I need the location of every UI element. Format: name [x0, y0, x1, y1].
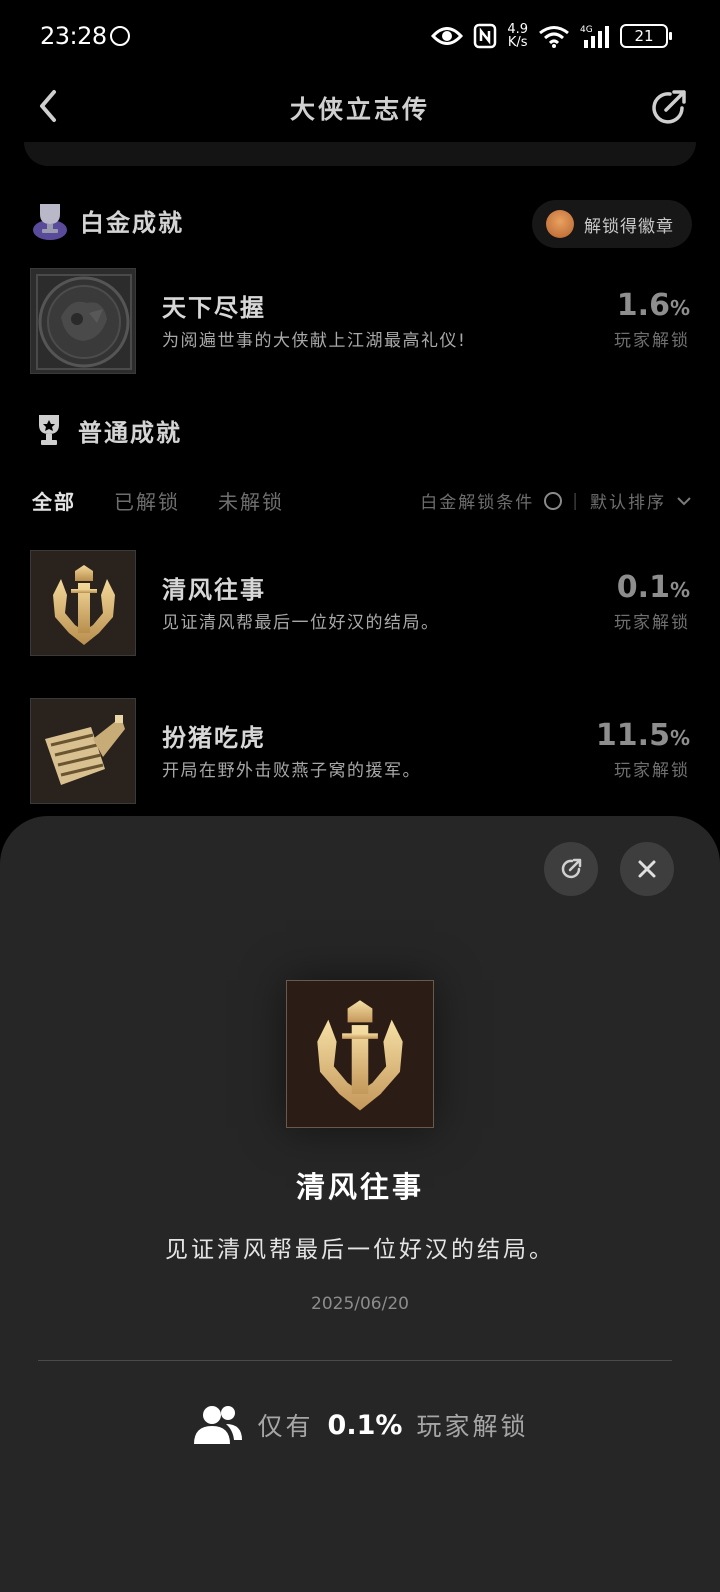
- nfc-icon: [474, 23, 497, 49]
- status-bar: 23:28 4.9 K/s 4G 21: [0, 0, 720, 72]
- hand-fan-icon: [45, 715, 125, 785]
- normal-section-header: 普通成就: [32, 412, 182, 448]
- achievement-thumbnail: [30, 550, 136, 656]
- platinum-section-header: 白金成就: [32, 200, 184, 240]
- achievement-percent: 0.1%: [616, 570, 690, 605]
- platinum-achievement-thumbnail: [30, 268, 136, 374]
- achievement-desc: 见证清风帮最后一位好汉的结局。: [162, 613, 440, 633]
- achievement-percent: 1.6%: [616, 288, 690, 323]
- sheet-close-button[interactable]: [620, 842, 674, 896]
- achievement-row[interactable]: 清风往事 见证清风帮最后一位好汉的结局。 0.1% 玩家解锁: [30, 550, 690, 658]
- sheet-unlock-date: 2025/06/20: [311, 1294, 409, 1314]
- qingfeng-emblem-icon: [317, 1000, 403, 1111]
- achievement-percent-label: 玩家解锁: [614, 761, 690, 781]
- status-time: 23:28: [40, 22, 107, 50]
- qingfeng-emblem-icon: [53, 565, 115, 645]
- battery-indicator: 21: [620, 24, 672, 48]
- platinum-condition-label: 白金解锁条件: [420, 493, 535, 513]
- platinum-condition-toggle[interactable]: [544, 491, 563, 510]
- unlock-badge-button[interactable]: 解锁得徽章: [532, 200, 692, 248]
- achievement-emblem-large: [286, 980, 434, 1128]
- status-icons: 4.9 K/s 4G 21: [431, 20, 672, 52]
- tab-unlocked[interactable]: 已解锁: [114, 486, 180, 515]
- achievement-desc: 为阅遍世事的大侠献上江湖最高礼仪!: [162, 331, 467, 351]
- filter-bar: 全部 已解锁 未解锁 白金解锁条件 | 默认排序: [32, 484, 692, 520]
- trophy-icon: [39, 415, 59, 445]
- platinum-section-title: 白金成就: [80, 208, 184, 237]
- achievement-name: 天下尽握: [162, 294, 266, 322]
- previous-card-edge: [24, 142, 696, 166]
- users-icon: [193, 1406, 242, 1444]
- sheet-share-button[interactable]: [544, 842, 598, 896]
- achievement-percent: 11.5%: [595, 718, 690, 753]
- unlock-badge-label: 解锁得徽章: [584, 216, 674, 237]
- chevron-down-icon[interactable]: [676, 495, 692, 507]
- share-icon: [561, 858, 582, 879]
- wifi-icon: [539, 26, 569, 48]
- tab-all[interactable]: 全部: [32, 486, 76, 515]
- svg-text:4G: 4G: [580, 25, 593, 35]
- sheet-unlock-stat: 仅有 0.1% 玩家解锁: [0, 1404, 720, 1446]
- signal-icon: 4G: [580, 25, 609, 48]
- platinum-trophy-icon: [33, 204, 67, 240]
- page-title: 大侠立志传: [289, 95, 430, 124]
- sort-dropdown[interactable]: 默认排序: [590, 488, 666, 513]
- share-icon[interactable]: [646, 86, 690, 130]
- badge-icon: [546, 210, 574, 238]
- achievement-percent-label: 玩家解锁: [614, 613, 690, 633]
- achievement-percent-label: 玩家解锁: [614, 331, 690, 351]
- achievement-name: 扮猪吃虎: [162, 724, 266, 752]
- divider: |: [572, 490, 580, 511]
- tab-locked[interactable]: 未解锁: [218, 486, 284, 515]
- achievement-detail-sheet: 清风往事 见证清风帮最后一位好汉的结局。 2025/06/20 仅有 0.1% …: [0, 816, 720, 1592]
- achievement-name: 清风往事: [162, 576, 266, 604]
- stat-value: 0.1%: [327, 1409, 403, 1441]
- achievement-row[interactable]: 扮猪吃虎 开局在野外击败燕子窝的援军。 11.5% 玩家解锁: [30, 698, 690, 806]
- sheet-achievement-desc: 见证清风帮最后一位好汉的结局。: [165, 1237, 555, 1263]
- eye-icon: [431, 27, 464, 45]
- platinum-achievement-row[interactable]: 天下尽握 为阅遍世事的大侠献上江湖最高礼仪! 1.6% 玩家解锁: [30, 268, 690, 376]
- net-speed: 4.9 K/s: [507, 22, 528, 50]
- stat-suffix: 玩家解锁: [416, 1412, 529, 1441]
- sheet-divider: [38, 1360, 672, 1361]
- achievement-desc: 开局在野外击败燕子窝的援军。: [162, 761, 421, 781]
- sheet-achievement-name: 清风往事: [295, 1170, 424, 1204]
- filter-controls: 白金解锁条件 | 默认排序: [420, 488, 692, 513]
- achievement-thumbnail: [30, 698, 136, 804]
- nav-bar: 大侠立志传: [0, 72, 720, 142]
- app-notification-icon: [110, 26, 130, 46]
- stat-prefix: 仅有: [257, 1412, 314, 1441]
- close-icon: [638, 860, 656, 878]
- platinum-medal-icon: [36, 274, 132, 370]
- normal-section-title: 普通成就: [78, 418, 182, 447]
